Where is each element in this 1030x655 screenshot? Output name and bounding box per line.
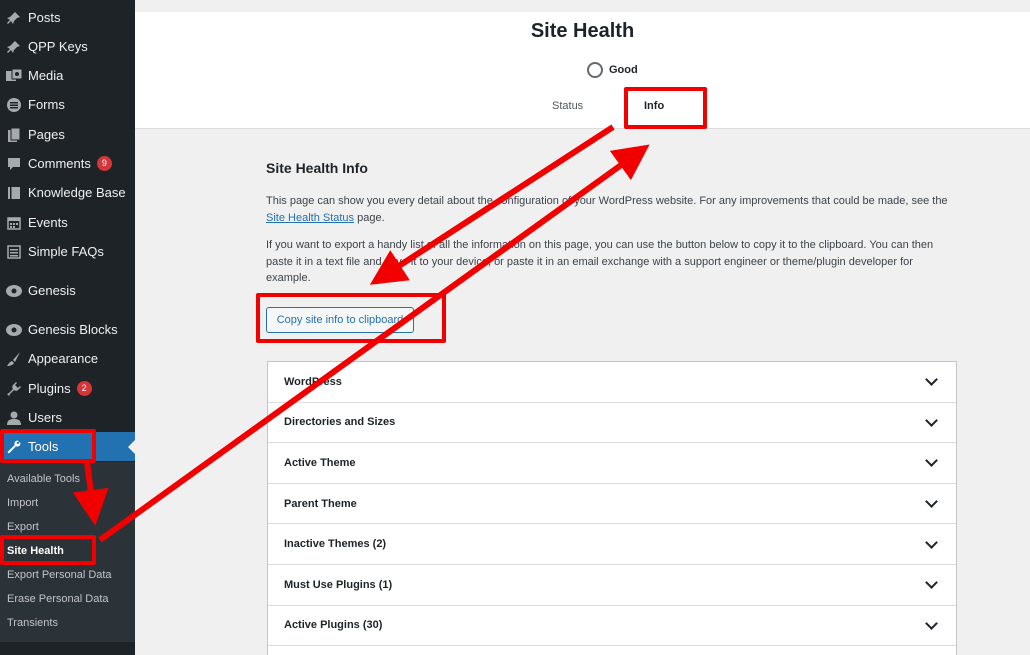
tab-status[interactable]: Status	[552, 100, 583, 112]
wrench-icon	[4, 437, 24, 457]
accordion-label: Must Use Plugins (1)	[284, 578, 393, 591]
top-strip	[135, 0, 1030, 12]
menu-genesis[interactable]: Genesis	[0, 276, 135, 305]
submenu-export-personal-data[interactable]: Export Personal Data	[7, 569, 112, 581]
site-health-status-link[interactable]: Site Health Status	[266, 212, 354, 224]
menu-genesis-blocks[interactable]: Genesis Blocks	[0, 315, 135, 344]
tab-info[interactable]: Info	[644, 100, 664, 112]
menu-forms[interactable]: Forms	[0, 90, 135, 119]
submenu-erase-personal-data[interactable]: Erase Personal Data	[7, 593, 109, 605]
page-title: Site Health	[530, 20, 635, 42]
genesis-blocks-icon	[4, 320, 24, 340]
accordion-label: Active Theme	[284, 456, 356, 469]
chevron-down-icon	[925, 576, 938, 590]
user-icon	[4, 408, 24, 428]
accordion-inactive-themes[interactable]: Inactive Themes (2)	[268, 524, 956, 565]
chevron-down-icon	[925, 495, 938, 508]
comment-icon	[4, 154, 24, 174]
plugin-icon	[4, 379, 24, 399]
site-health-header: Site Health Good Status Info	[135, 12, 1030, 129]
book-icon	[4, 183, 24, 203]
accordion-label: Parent Theme	[284, 497, 357, 510]
accordion-label: WordPress	[284, 375, 342, 388]
accordion-parent-theme[interactable]: Parent Theme	[268, 483, 956, 525]
accordion-active-plugins[interactable]: Active Plugins (30)	[268, 605, 956, 647]
genesis-icon	[4, 281, 24, 301]
accordion-wordpress[interactable]: WordPress	[268, 362, 956, 403]
pages-icon	[4, 125, 24, 145]
menu-simple-faqs[interactable]: Simple FAQs	[0, 237, 135, 266]
media-icon	[4, 66, 24, 86]
active-menu-indicator	[128, 440, 135, 454]
menu-tools[interactable]: Tools	[0, 432, 135, 461]
menu-pages[interactable]: Pages	[0, 120, 135, 149]
accordion-label: Inactive Themes (2)	[284, 538, 387, 551]
intro-text-end: page.	[354, 211, 385, 224]
intro-text: This page can show you every detail abou…	[266, 195, 948, 207]
menu-media[interactable]: Media	[0, 61, 135, 90]
menu-events[interactable]: Events	[0, 208, 135, 237]
submenu-export[interactable]: Export	[7, 521, 39, 533]
copy-site-info-button[interactable]: Copy site info to clipboard	[266, 307, 414, 333]
menu-comments[interactable]: Comments 9	[0, 149, 135, 178]
brush-icon	[4, 349, 24, 369]
submenu-transients[interactable]: Transients	[7, 617, 58, 629]
accordion-label: Directories and Sizes	[284, 416, 396, 429]
tools-submenu: Available Tools Import Export Site Healt…	[0, 462, 135, 642]
submenu-site-health[interactable]: Site Health	[7, 545, 64, 557]
admin-sidebar: Posts QPP Keys Media Forms Pages Comment…	[0, 0, 135, 655]
accordion-label: Active Plugins (30)	[284, 619, 383, 632]
chevron-down-icon	[925, 414, 938, 427]
health-status-label: Good	[609, 64, 638, 76]
pin-icon	[4, 37, 24, 57]
chevron-down-icon	[925, 535, 938, 549]
menu-users[interactable]: Users	[0, 403, 135, 432]
menu-knowledge-base[interactable]: Knowledge Base	[0, 178, 135, 207]
health-status: Good	[587, 62, 638, 78]
submenu-import[interactable]: Import	[7, 497, 38, 509]
menu-qpp-keys[interactable]: QPP Keys	[0, 32, 135, 61]
plugins-count-badge: 2	[76, 381, 92, 396]
info-accordion: WordPress Directories and Sizes Active T…	[267, 361, 957, 655]
active-tab-underline	[627, 125, 685, 128]
comments-count-badge: 9	[96, 156, 112, 171]
chevron-down-icon	[925, 373, 938, 387]
chevron-down-icon	[925, 617, 938, 630]
intro-paragraph: This page can show you every detail abou…	[266, 193, 956, 226]
list-icon	[4, 242, 24, 262]
accordion-active-theme[interactable]: Active Theme	[268, 443, 956, 484]
menu-appearance[interactable]: Appearance	[0, 344, 135, 373]
submenu-available-tools[interactable]: Available Tools	[7, 473, 80, 485]
chevron-down-icon	[925, 454, 938, 468]
status-circle-icon	[587, 62, 603, 78]
forms-icon	[4, 95, 24, 115]
export-paragraph: If you want to export a handy list of al…	[266, 239, 934, 284]
calendar-icon	[4, 213, 24, 233]
accordion-directories-sizes[interactable]: Directories and Sizes	[268, 402, 956, 444]
menu-plugins[interactable]: Plugins 2	[0, 374, 135, 403]
accordion-must-use-plugins[interactable]: Must Use Plugins (1)	[268, 565, 956, 606]
pin-icon	[4, 8, 24, 28]
menu-posts[interactable]: Posts	[0, 3, 135, 32]
site-health-info-title: Site Health Info	[266, 160, 368, 176]
